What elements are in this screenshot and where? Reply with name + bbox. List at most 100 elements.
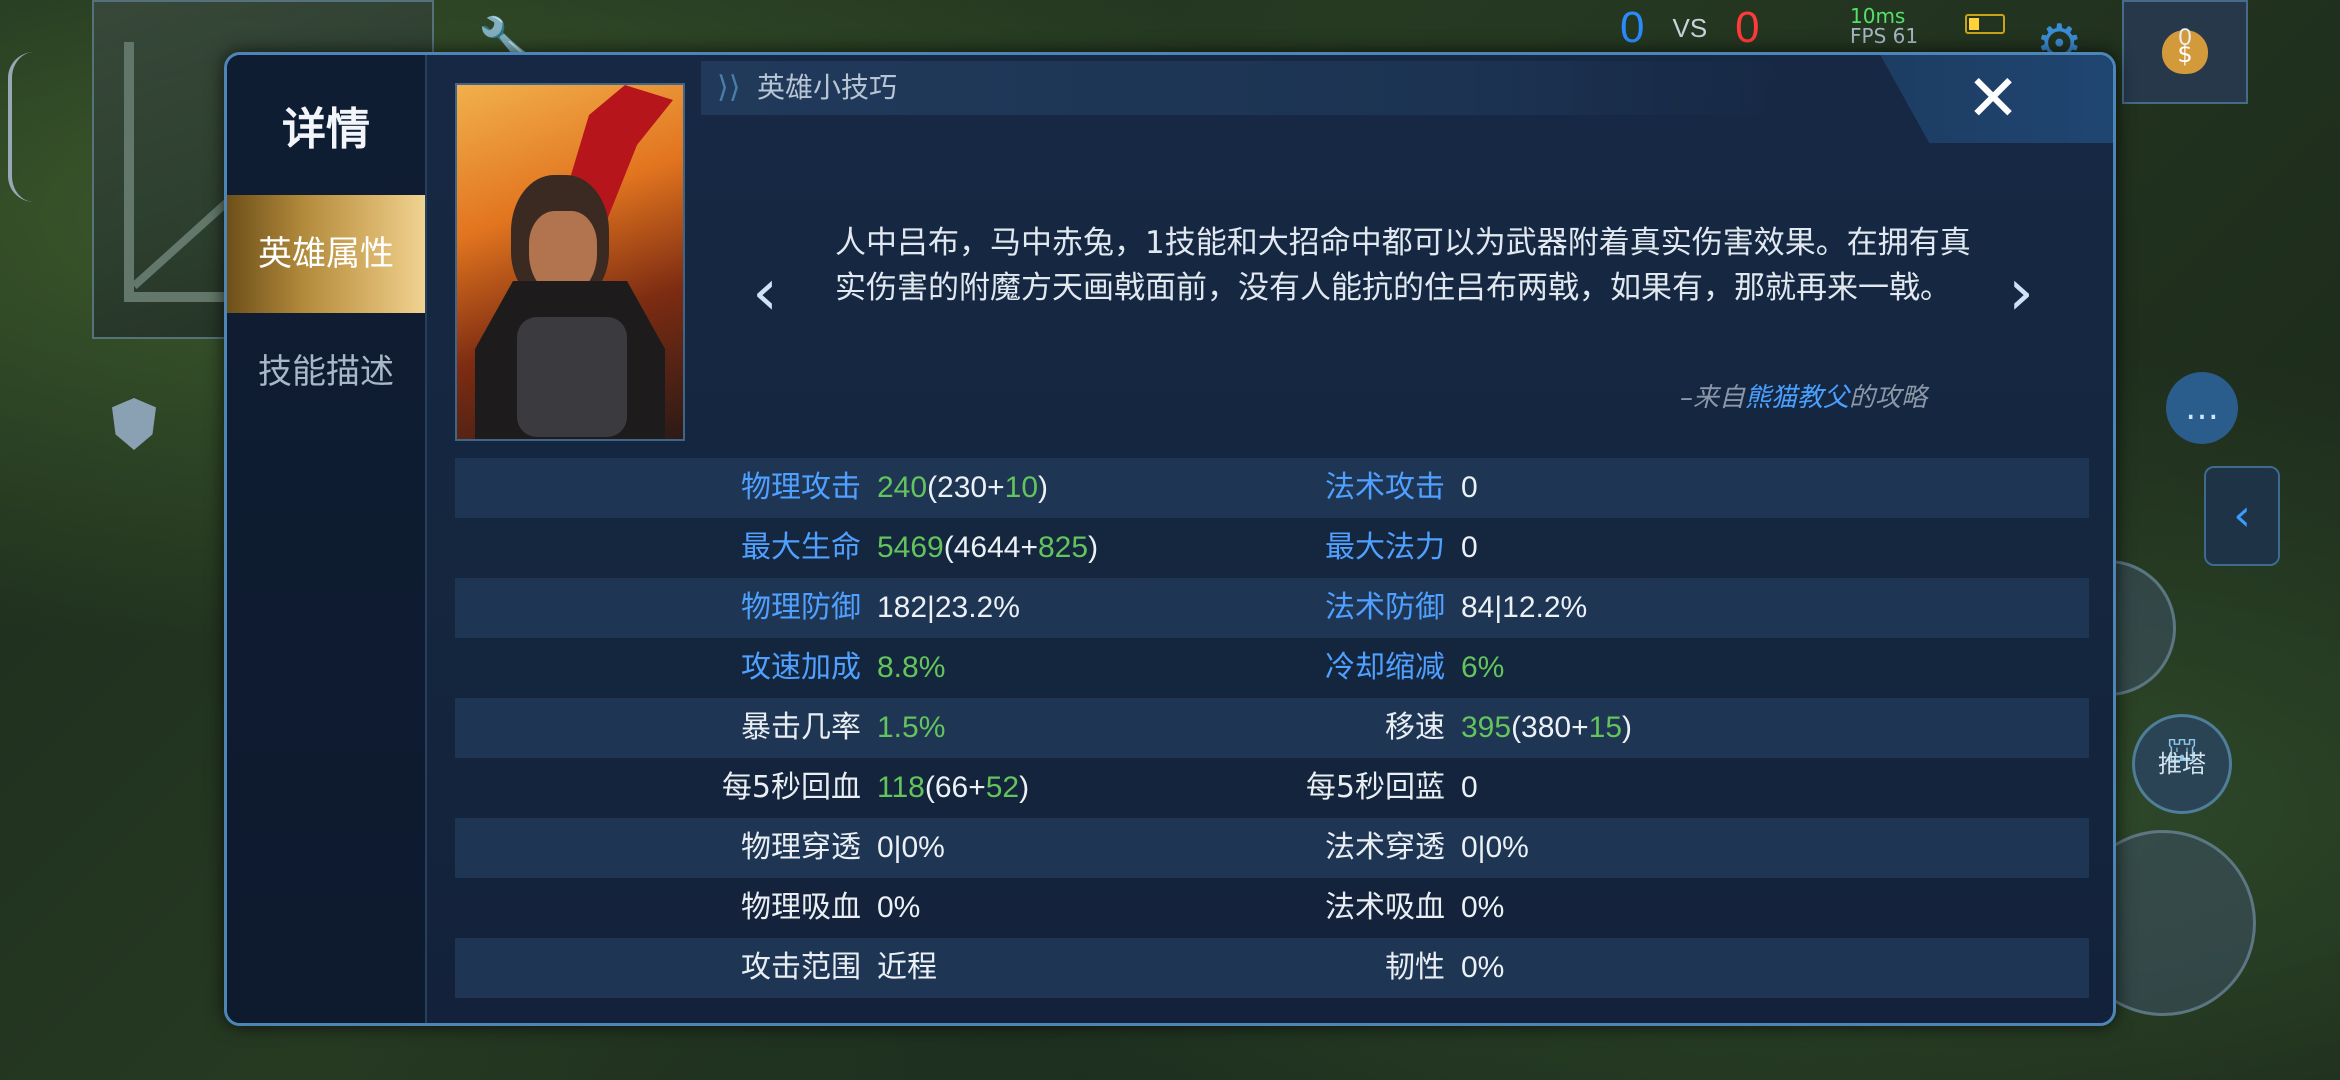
attribute-label: 物理防御 (741, 590, 861, 625)
attribute-value-part: 0 (1461, 771, 1478, 804)
attribute-label: 冷却缩减 (1325, 650, 1445, 685)
attribute-label: 最大生命 (741, 530, 861, 565)
attribute-value-part: 0% (877, 891, 921, 924)
tip-source-suffix: 的攻略 (1848, 383, 1927, 413)
attribute-row: 攻击范围 近程 韧性 0% (455, 938, 2089, 998)
attribute-row: 暴击几率 1.5% 移速 395(380+15) (455, 698, 2089, 758)
score-red: 0 (1735, 3, 1760, 52)
attribute-value-part: ) (1622, 711, 1633, 744)
attribute-label: 每5秒回血 (721, 770, 861, 805)
battery-icon (1965, 14, 2005, 34)
attribute-value: 8.8% (877, 638, 945, 698)
attribute-label: 最大法力 (1325, 530, 1445, 565)
attribute-label: 每5秒回蓝 (1305, 770, 1445, 805)
attribute-value-part: 118 (877, 771, 925, 804)
attribute-value-part: 0 (1461, 531, 1478, 564)
attribute-value-part: 0% (1461, 951, 1505, 984)
dialog-title: 详情 (282, 104, 370, 155)
attribute-label: 物理穿透 (741, 830, 861, 865)
close-icon: ✕ (1966, 62, 2020, 136)
minimap-lane (124, 42, 134, 302)
attribute-value: 0 (1461, 518, 1478, 578)
attribute-value-part: 0|0% (1461, 831, 1529, 864)
attribute-value-part: 84|12.2% (1461, 591, 1588, 624)
attribute-value: 395(380+15) (1461, 698, 1632, 758)
network-status: 10ms FPS 61 (1850, 6, 1960, 46)
hero-portrait (455, 83, 685, 441)
tip-text: 人中吕布，马中赤兔，1技能和大招命中都可以为武器附着真实伤害效果。在拥有真实伤害… (835, 225, 1971, 306)
attribute-value: 84|12.2% (1461, 578, 1587, 638)
attribute-value: 0|0% (877, 818, 945, 878)
attribute-label: 法术吸血 (1325, 890, 1445, 925)
next-arrow-icon[interactable]: › (1991, 253, 2051, 333)
tip-source-author[interactable]: 熊猫教父 (1745, 383, 1849, 413)
attribute-label: 法术穿透 (1325, 830, 1445, 865)
attribute-row: 物理穿透 0|0% 法术穿透 0|0% (455, 818, 2089, 878)
attribute-label: 物理吸血 (741, 890, 861, 925)
attribute-value-part: 15 (1588, 711, 1623, 744)
tips-header: ⟩⟩ 英雄小技巧 (701, 61, 1791, 115)
attribute-value: 6% (1461, 638, 1504, 698)
attribute-row: 每5秒回血 118(66+52) 每5秒回蓝 0 (455, 758, 2089, 818)
portrait-armor (517, 317, 627, 437)
attribute-label: 法术防御 (1325, 590, 1445, 625)
push-tower-button[interactable]: ⛫ 推塔 (2132, 714, 2232, 814)
attribute-row: 物理吸血 0% 法术吸血 0% (455, 878, 2089, 938)
gold-value: 0 (2178, 24, 2192, 51)
attribute-value-part: 近程 (877, 951, 937, 984)
push-tower-label: 推塔 (2158, 750, 2206, 778)
attribute-label: 物理攻击 (741, 470, 861, 505)
ping-value: 10ms (1850, 4, 1906, 28)
close-button[interactable]: ✕ (1880, 55, 2113, 143)
tip-source-prefix: –来自 (1679, 383, 1745, 413)
attribute-value: 0 (1461, 458, 1478, 518)
attribute-value-part: 395 (1461, 711, 1512, 744)
attribute-value: 0% (877, 878, 920, 938)
fps-value: FPS 61 (1850, 24, 1919, 48)
attribute-value-part: 6% (1461, 651, 1505, 684)
tips-header-label: 英雄小技巧 (757, 71, 898, 104)
attribute-value: 近程 (877, 938, 937, 998)
attribute-label: 暴击几率 (741, 710, 861, 745)
shield-icon (112, 398, 156, 450)
attribute-value-part: 0|0% (877, 831, 945, 864)
attribute-value-part: (230+ (927, 471, 1005, 504)
attribute-label: 韧性 (1385, 950, 1445, 985)
attribute-value-part: 8.8% (877, 651, 946, 684)
attribute-value: 0% (1461, 878, 1504, 938)
attribute-label: 法术攻击 (1325, 470, 1445, 505)
attribute-label: 移速 (1385, 710, 1445, 745)
prev-arrow-icon[interactable]: ‹ (735, 253, 795, 333)
tab-skill-description[interactable]: 技能描述 (227, 313, 425, 431)
attribute-value-part: 0 (1461, 471, 1478, 504)
score-blue: 0 (1620, 3, 1645, 52)
tips-header-arrow-icon: ⟩⟩ (717, 70, 741, 105)
back-arrow-icon[interactable]: ‹ (2204, 466, 2280, 566)
attribute-value: 0 (1461, 758, 1478, 818)
score-vs: VS (1672, 12, 1708, 43)
tip-source: –来自熊猫教父的攻略 (1227, 377, 1927, 414)
attribute-row: 攻速加成 8.8% 冷却缩减 6% (455, 638, 2089, 698)
screen-edge-ring (8, 52, 34, 202)
attribute-value-part: 1.5% (877, 711, 946, 744)
attribute-value-part: (66+ (924, 771, 986, 804)
dialog-sidebar: 详情 英雄属性 技能描述 (227, 55, 427, 1023)
gold-counter[interactable]: $ 0 (2122, 0, 2248, 104)
attribute-row: 物理防御 182|23.2% 法术防御 84|12.2% (455, 578, 2089, 638)
hero-detail-dialog: 详情 英雄属性 技能描述 ⟩⟩ 英雄小技巧 ✕ ‹ 人中吕布，马中赤兔，1技能和… (224, 52, 2116, 1026)
attribute-value-part: 240 (877, 471, 928, 504)
attribute-value-part: 0% (1461, 891, 1505, 924)
attribute-label: 攻击范围 (741, 950, 861, 985)
chat-icon[interactable]: … (2166, 372, 2238, 444)
attribute-value-part: (380+ (1511, 711, 1589, 744)
attribute-value-part: 5469 (877, 531, 944, 564)
attribute-value: 0% (1461, 938, 1504, 998)
attribute-value: 0|0% (1461, 818, 1529, 878)
tab-hero-attributes[interactable]: 英雄属性 (227, 195, 425, 313)
attribute-value: 1.5% (877, 698, 945, 758)
attribute-label: 攻速加成 (741, 650, 861, 685)
scoreboard: 0 VS 0 (1620, 2, 1760, 54)
attribute-table: 物理攻击 240(230+10) 法术攻击 0 最大生命 5469(4644+825) 最大… (455, 458, 2089, 998)
attribute-row: 物理攻击 240(230+10) 法术攻击 0 (455, 458, 2089, 518)
attribute-row: 最大生命 5469(4644+825) 最大法力 0 (455, 518, 2089, 578)
